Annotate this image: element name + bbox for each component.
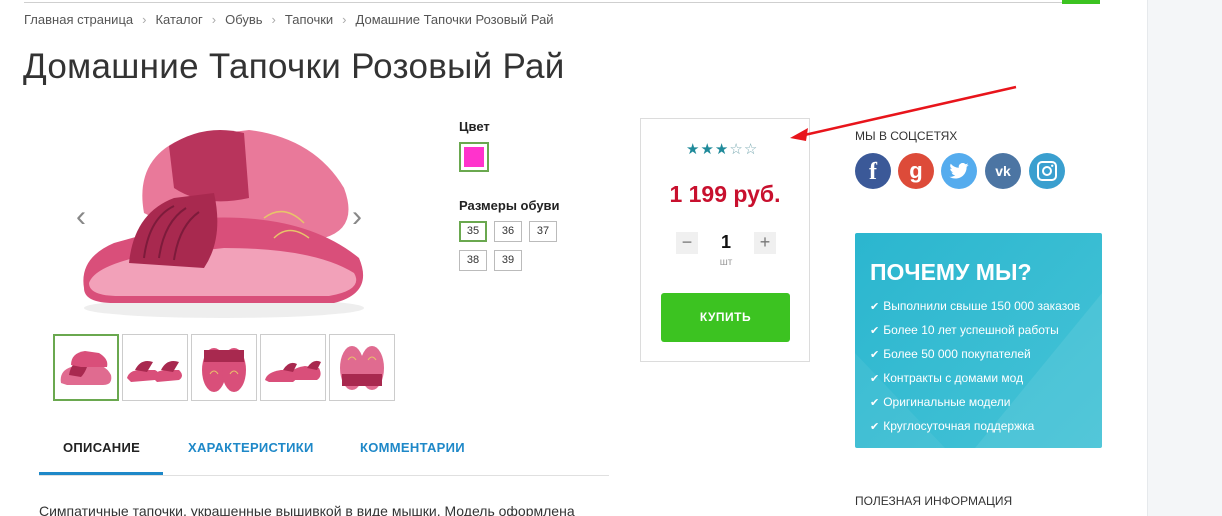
search-bar-edge: [24, 0, 1092, 3]
sizes-label: Размеры обуви: [459, 198, 560, 213]
vk-icon[interactable]: vk: [985, 153, 1021, 189]
chevron-right-icon: ›: [271, 12, 276, 27]
next-image-arrow-icon[interactable]: ›: [352, 200, 362, 234]
size-option-35[interactable]: 35: [459, 221, 487, 242]
star-full-icon: ★: [686, 141, 701, 158]
thumbnail-3[interactable]: [191, 334, 257, 401]
why-us-list: ✔ Выполнили свыше 150 000 заказов ✔ Более …: [870, 298, 1080, 442]
active-tab-indicator: [39, 472, 163, 475]
check-icon: ✔: [870, 301, 880, 313]
rating-stars[interactable]: ★★★☆☆: [686, 140, 758, 158]
product-tabs: ОПИСАНИЕ ХАРАКТЕРИСТИКИ КОММЕНТАРИИ: [39, 436, 609, 476]
check-icon: ✔: [870, 397, 880, 409]
quantity-unit: шт: [719, 257, 733, 268]
quantity-decrease-button[interactable]: −: [676, 232, 698, 254]
product-main-image[interactable]: [74, 118, 374, 328]
tab-comments[interactable]: КОММЕНТАРИИ: [360, 440, 465, 455]
chevron-right-icon: ›: [142, 12, 147, 27]
why-us-item: ✔ Контракты с домами мод: [870, 371, 1024, 385]
instagram-icon[interactable]: [1029, 153, 1065, 189]
size-option-36[interactable]: 36: [494, 221, 522, 242]
thumbnail-1[interactable]: [53, 334, 119, 401]
color-fill: [464, 147, 484, 167]
size-option-39[interactable]: 39: [494, 250, 522, 271]
facebook-icon[interactable]: f: [855, 153, 891, 189]
breadcrumb-current: Домашние Тапочки Розовый Рай: [355, 12, 554, 27]
chevron-right-icon: ›: [342, 12, 347, 27]
chevron-right-icon: ›: [211, 12, 217, 27]
check-icon: ✔: [870, 349, 880, 361]
size-options: 35 36 37 38 39: [459, 221, 569, 271]
why-us-item: ✔ Более 50 000 покупателей: [870, 347, 1031, 361]
color-label: Цвет: [459, 119, 490, 134]
why-us-item: ✔ Выполнили свыше 150 000 заказов: [870, 299, 1081, 313]
quantity-value[interactable]: 1: [711, 232, 741, 253]
search-button-edge[interactable]: [1062, 0, 1100, 4]
thumbnail-4[interactable]: [260, 334, 326, 401]
breadcrumb-shoes[interactable]: Обувь: [225, 12, 262, 27]
breadcrumb-home[interactable]: Главная страница: [24, 12, 133, 27]
useful-info-title: ПОЛЕЗНАЯ ИНФОРМАЦИЯ: [855, 494, 1013, 508]
why-us-item: ✔ Круглосуточная поддержка: [870, 419, 1035, 433]
breadcrumb: Главная страница › Каталог › Обувь › Тапочки › Д…: [24, 12, 554, 27]
google-plus-icon[interactable]: g: [898, 153, 934, 189]
tab-characteristics[interactable]: ХАРАКТЕРИСТИКИ: [188, 440, 314, 455]
why-us-item: ✔ Более 10 лет успешной работы: [870, 323, 1059, 337]
thumbnail-2[interactable]: [122, 334, 188, 401]
check-icon: ✔: [870, 325, 880, 337]
product-price: 1 199 руб.: [669, 181, 781, 207]
breadcrumb-slippers[interactable]: Тапочки: [285, 12, 333, 27]
product-description: Симпатичные тапочки, украшенные вышивкой…: [39, 503, 575, 516]
tab-description[interactable]: ОПИСАНИЕ: [63, 440, 140, 455]
star-full-icon: ★: [700, 141, 715, 158]
check-icon: ✔: [870, 373, 880, 385]
twitter-icon[interactable]: [941, 153, 977, 189]
thumbnail-5[interactable]: [329, 334, 395, 401]
size-option-37[interactable]: 37: [529, 221, 557, 242]
buy-box: ★★★☆☆ 1 199 руб. − 1 + шт КУПИТЬ: [640, 118, 810, 362]
prev-image-arrow-icon[interactable]: ‹: [76, 200, 86, 234]
size-option-38[interactable]: 38: [459, 250, 487, 271]
why-us-title: ПОЧЕМУ МЫ?: [870, 259, 1032, 285]
social-title: МЫ В СОЦСЕТЯХ: [855, 129, 958, 143]
star-full-icon: ★: [714, 141, 730, 158]
buy-button[interactable]: КУПИТЬ: [661, 293, 790, 342]
why-us-item: ✔ Оригинальные модели: [870, 395, 1011, 409]
why-us-banner: ПОЧЕМУ МЫ? ✔ Выполнили свыше 150 000 зака…: [855, 233, 1102, 448]
star-empty-icon: ☆: [729, 141, 744, 158]
thumbnail-strip: [53, 334, 395, 401]
star-empty-icon: ☆: [743, 141, 759, 158]
quantity-increase-button[interactable]: +: [754, 232, 776, 254]
color-swatch-pink[interactable]: [459, 142, 489, 172]
check-icon: ✔: [870, 421, 880, 433]
breadcrumb-catalog[interactable]: Каталог: [155, 12, 202, 27]
right-edge-panel: [1147, 0, 1222, 516]
page-title: Домашние Тапочки Розовый Рай: [23, 47, 565, 86]
